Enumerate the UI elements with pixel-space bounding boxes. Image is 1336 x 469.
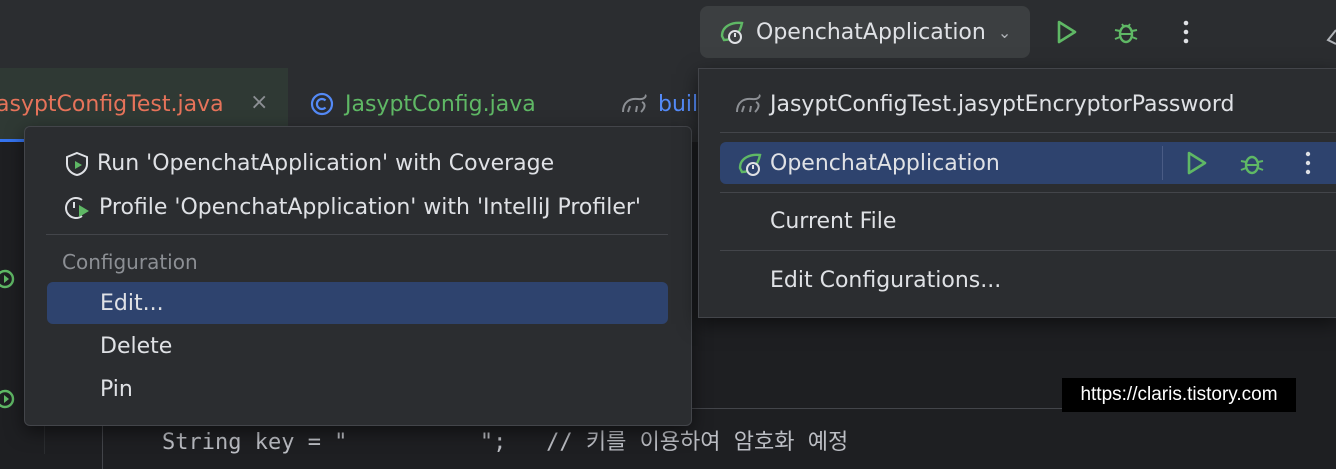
close-icon[interactable]: × bbox=[250, 90, 268, 115]
menu-separator bbox=[720, 132, 1336, 133]
menu-separator bbox=[46, 234, 668, 235]
more-vertical-icon bbox=[1305, 151, 1311, 175]
run-configuration-selector[interactable]: OpenchatApplication ⌄ bbox=[700, 6, 1030, 58]
run-configuration-label: OpenchatApplication bbox=[756, 19, 986, 45]
more-actions-button[interactable] bbox=[1168, 14, 1204, 50]
chevron-down-icon: ⌄ bbox=[997, 22, 1012, 42]
config-item-jasypt-test[interactable]: JasyptConfigTest.jasyptEncryptorPassword bbox=[770, 92, 1234, 117]
debug-icon bbox=[1240, 155, 1264, 175]
config-item-openchat[interactable]: OpenchatApplication bbox=[770, 151, 1000, 176]
code-line: String key = " "; // 키를 이용하여 암호화 예정 bbox=[162, 430, 849, 455]
tab-label: asyptConfigTest.java bbox=[0, 92, 224, 117]
profile-with-intellij-item[interactable]: Profile 'OpenchatApplication' with 'Inte… bbox=[99, 195, 641, 220]
spring-gutter-icon[interactable] bbox=[0, 268, 16, 290]
spring-boot-icon bbox=[720, 21, 744, 44]
debug-button[interactable] bbox=[1108, 14, 1144, 50]
run-with-coverage-item[interactable]: Run 'OpenchatApplication' with Coverage bbox=[97, 151, 554, 176]
inline-actions-divider bbox=[1162, 146, 1163, 180]
inline-more-button[interactable] bbox=[1304, 150, 1312, 176]
spring-boot-icon bbox=[736, 150, 764, 178]
inline-run-button[interactable] bbox=[1183, 150, 1209, 176]
config-item-current-file[interactable]: Current File bbox=[770, 209, 896, 234]
tab-jasyptconfig[interactable]: JasyptConfig.java bbox=[345, 92, 536, 117]
edit-configurations-item[interactable]: Edit Configurations... bbox=[770, 268, 1001, 293]
menu-separator bbox=[720, 192, 1336, 193]
debug-icon bbox=[1114, 23, 1138, 44]
run-button[interactable] bbox=[1048, 14, 1084, 50]
tab-build[interactable]: buil bbox=[658, 92, 698, 117]
run-icon bbox=[1187, 151, 1207, 175]
menu-separator bbox=[720, 250, 1336, 251]
gradle-icon bbox=[620, 92, 650, 116]
delete-item[interactable]: Delete bbox=[100, 334, 172, 359]
test-config-icon bbox=[734, 92, 764, 116]
inline-debug-button[interactable] bbox=[1238, 149, 1266, 177]
watermark: https://claris.tistory.com bbox=[1062, 378, 1296, 412]
profiler-icon bbox=[62, 194, 92, 222]
configuration-section-header: Configuration bbox=[62, 250, 198, 274]
more-vertical-icon bbox=[1183, 20, 1189, 44]
run-icon bbox=[1057, 20, 1077, 44]
class-icon bbox=[310, 92, 334, 116]
coverage-icon bbox=[64, 151, 90, 177]
pin-item[interactable]: Pin bbox=[100, 377, 133, 402]
edit-item[interactable]: Edit... bbox=[100, 291, 164, 316]
spring-gutter-icon[interactable] bbox=[0, 388, 16, 410]
partial-toolbar-icon bbox=[1326, 26, 1336, 46]
